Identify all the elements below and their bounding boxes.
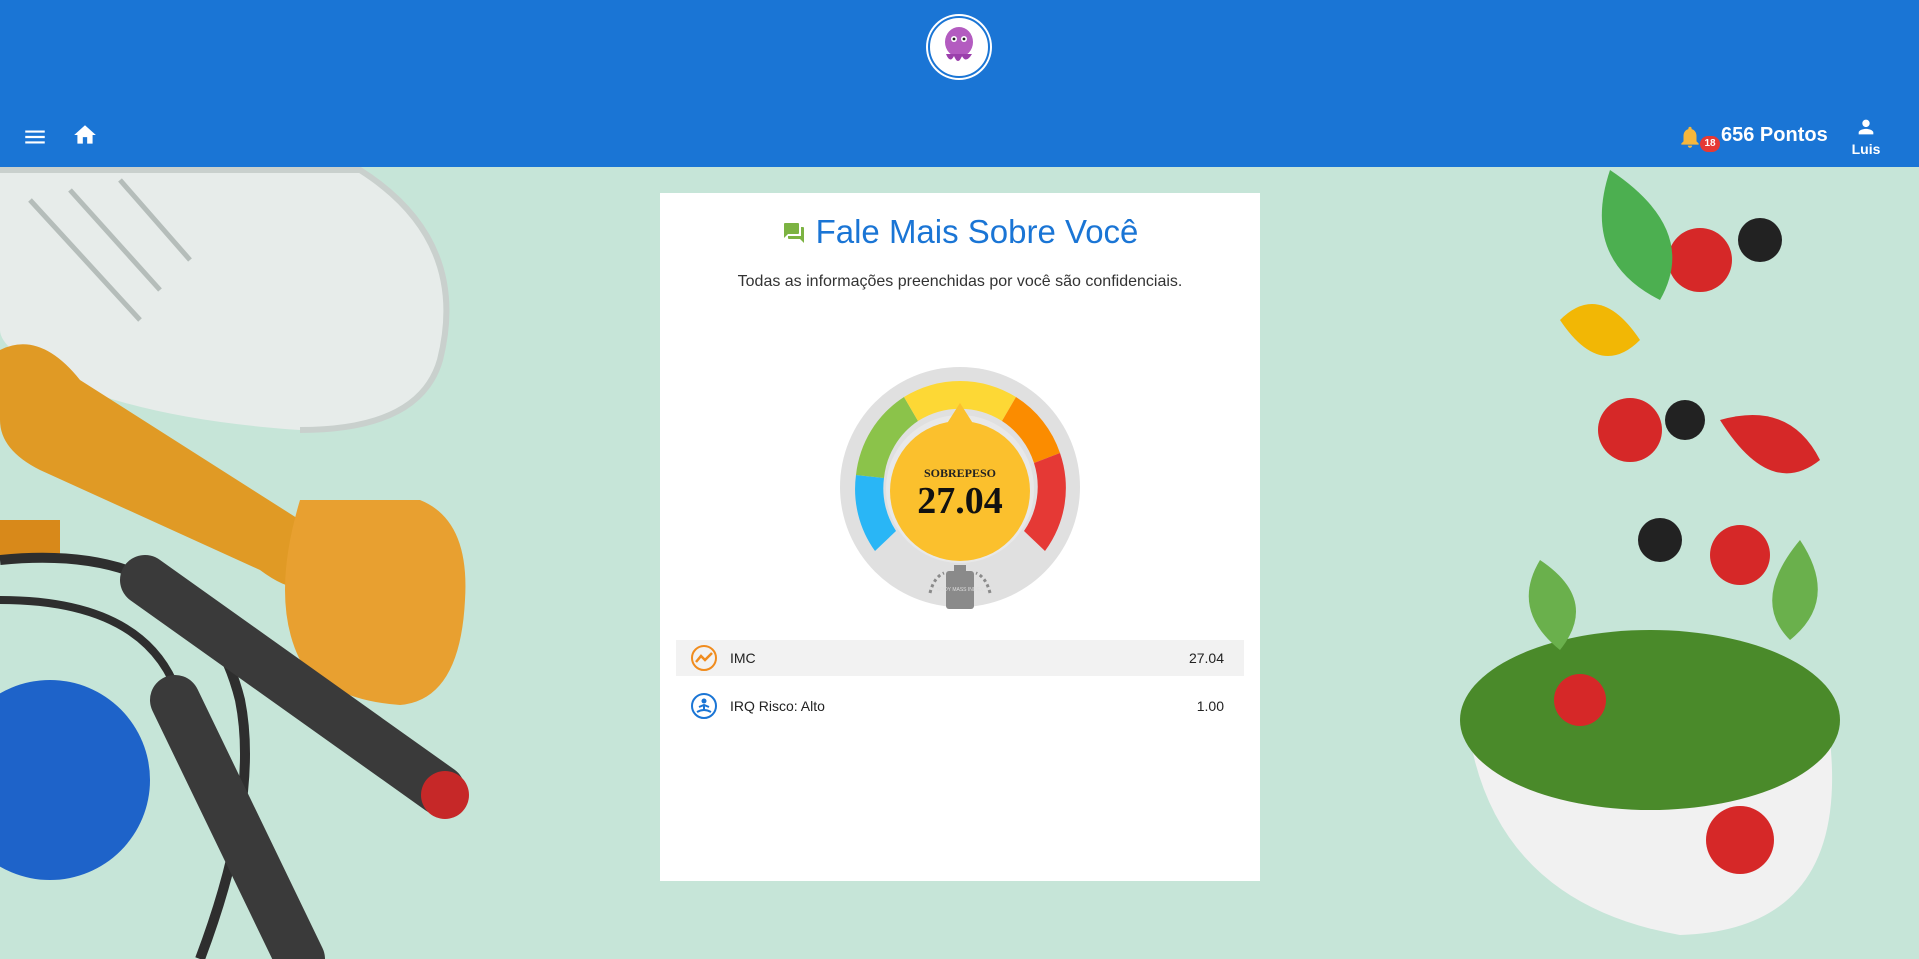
metric-value: 1.00 (1196, 698, 1224, 714)
metric-label: IRQ Risco: Alto (730, 698, 825, 714)
metric-label: IMC (730, 650, 756, 666)
notification-badge: 18 (1700, 136, 1720, 152)
brand-logo[interactable] (924, 12, 994, 82)
metric-row-imc[interactable]: IMC 27.04 (676, 640, 1244, 676)
points-counter: 656 Pontos (1721, 124, 1828, 146)
gauge-category: SOBREPESO (924, 466, 996, 480)
user-profile-button[interactable]: Luis (1851, 116, 1881, 157)
gauge-value: 27.04 (917, 480, 1003, 522)
notification-bell-icon[interactable] (1677, 124, 1703, 150)
user-name: Luis (1851, 141, 1881, 157)
profile-card: Fale Mais Sobre Você Todas as informaçõe… (660, 193, 1260, 881)
confidential-notice: Todas as informações preenchidas por voc… (737, 273, 1183, 290)
page-title: Fale Mais Sobre Você (660, 213, 1260, 253)
person-icon (1858, 119, 1874, 135)
gauge-scale-caption: BODY MASS INDEX (937, 587, 984, 593)
metric-row-irq[interactable]: IRQ Risco: Alto 1.00 (676, 688, 1244, 724)
home-icon[interactable] (72, 122, 98, 148)
menu-icon[interactable] (22, 124, 48, 150)
meditation-icon (690, 692, 718, 720)
metric-value: 27.04 (1188, 650, 1224, 666)
bmi-gauge: SOBREPESO 27.04 BODY MASS INDEX (838, 365, 1082, 609)
chat-icon (782, 215, 806, 253)
page-title-text: Fale Mais Sobre Você (815, 213, 1139, 250)
top-app-bar: 18 656 Pontos Luis (0, 0, 1919, 167)
trend-chart-icon (690, 644, 718, 672)
